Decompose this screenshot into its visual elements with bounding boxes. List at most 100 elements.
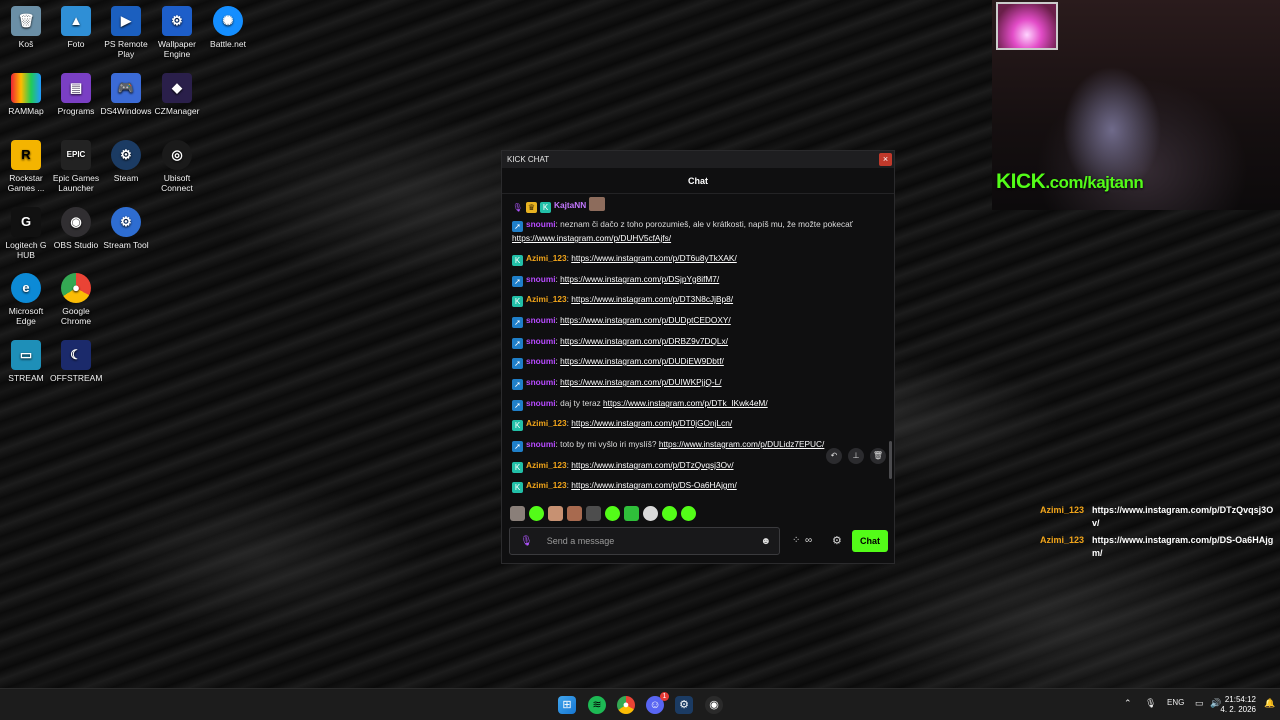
chat-username[interactable]: snoumi — [526, 336, 556, 346]
offstream-shortcut-icon[interactable]: ☾ OFFSTREAM — [50, 340, 102, 383]
infinity-icon[interactable]: ∞ — [805, 535, 812, 546]
window-titlebar[interactable]: KICK CHAT × — [502, 151, 894, 168]
czmanager-icon[interactable]: ◆ CZManager — [151, 73, 203, 116]
epic-games-icon[interactable]: EPIC Epic Games Launcher — [50, 140, 102, 193]
chat-username[interactable]: Azimi_123 — [526, 253, 567, 263]
chrome-taskbar-icon[interactable]: ● — [617, 696, 635, 714]
chat-username[interactable]: snoumi — [526, 315, 556, 325]
message-link[interactable]: https://www.instagram.com/p/DTzQvqsj3Ov/ — [571, 460, 733, 470]
chat-username[interactable]: Azimi_123 — [526, 480, 567, 490]
chat-username[interactable]: snoumi — [526, 398, 556, 408]
message-link[interactable]: https://www.instagram.com/p/DTk_IKwk4eM/ — [603, 398, 768, 408]
send-chat-button[interactable]: Chat — [852, 530, 888, 552]
obs-taskbar-icon[interactable]: ◉ — [705, 696, 723, 714]
chat-message: K Azimi_123: https://www.instagram.com/p/… — [512, 252, 870, 266]
clock-time: 21:54:12 — [1224, 695, 1256, 704]
windows-start-icon[interactable]: ⊞ — [558, 696, 576, 714]
language-indicator[interactable]: ENG — [1167, 698, 1184, 707]
spotify-icon[interactable]: ≋ — [588, 696, 606, 714]
mic-icon: 🎙 — [512, 203, 523, 212]
tray-overflow-chevron-icon[interactable]: ⌃ — [1124, 698, 1132, 709]
users-icon[interactable]: ⁘ — [792, 535, 800, 546]
message-link[interactable]: https://www.instagram.com/p/DULidz7EPUC/ — [659, 439, 825, 449]
settings-gear-icon[interactable]: ⚙ — [832, 534, 842, 547]
stream-shortcut-icon[interactable]: ▭ STREAM — [0, 340, 52, 383]
reply-icon[interactable]: ↶ — [826, 448, 842, 464]
mic-icon: 🎙 — [520, 535, 533, 547]
clock-date: 4. 2. 2026 — [1220, 705, 1256, 714]
discord-icon[interactable]: ☺ 1 — [646, 692, 669, 714]
message-link[interactable]: https://www.instagram.com/p/DT6u8yTkXAK/ — [571, 253, 737, 263]
message-link[interactable]: https://www.instagram.com/p/DS-Oa6HAjgm/ — [571, 480, 737, 490]
message-input-box[interactable]: 🎙 ☻ — [509, 527, 780, 555]
rammap-icon[interactable]: RAMMap — [0, 73, 52, 116]
emote-button[interactable] — [529, 506, 544, 521]
battlenet-icon[interactable]: ✺ Battle.net — [202, 6, 254, 49]
rockstar-games-icon[interactable]: R Rockstar Games ... — [0, 140, 52, 193]
message-hover-tools: ↶ ⊥ 🗑 — [826, 448, 886, 464]
chat-message: ➚ snoumi: https://www.instagram.com/p/DUD… — [512, 314, 870, 328]
chat-username[interactable]: Azimi_123 — [526, 460, 567, 470]
microsoft-edge-icon[interactable]: e Microsoft Edge — [0, 273, 52, 326]
message-input[interactable] — [546, 536, 761, 546]
chat-message: ➚ snoumi: https://www.instagram.com/p/DUD… — [512, 355, 870, 369]
message-link[interactable]: https://www.instagram.com/p/DUIWKPjjQ-L/ — [560, 377, 721, 387]
microphone-tray-icon[interactable]: 🎙 — [1145, 698, 1156, 709]
ds4windows-icon[interactable]: 🎮 DS4Windows — [100, 73, 152, 116]
overlay-chat-line: Azimi_123 https://www.instagram.com/p/DS… — [1040, 535, 1274, 558]
subscriber-badge-icon: ➚ — [512, 400, 523, 411]
chat-username[interactable]: Azimi_123 — [526, 294, 567, 304]
chat-username[interactable]: snoumi — [526, 439, 556, 449]
emote-button[interactable] — [605, 506, 620, 521]
emote-button[interactable] — [624, 506, 639, 521]
google-chrome-icon[interactable]: ● Google Chrome — [50, 273, 102, 326]
ps-remote-play-icon[interactable]: ▶ PS Remote Play — [100, 6, 152, 59]
chat-username[interactable]: snoumi — [526, 377, 556, 387]
taskbar-clock[interactable]: 21:54:12 4. 2. 2026 — [1220, 695, 1256, 715]
kick-badge-icon: K — [512, 296, 523, 307]
delete-icon[interactable]: 🗑 — [870, 448, 886, 464]
emote-button[interactable] — [643, 506, 658, 521]
message-link[interactable]: https://www.instagram.com/p/DUDiEW9Dbtf/ — [560, 356, 724, 366]
chat-username[interactable]: snoumi — [526, 356, 556, 366]
logitech-ghub-icon[interactable]: G Logitech G HUB — [0, 207, 52, 260]
emote-button[interactable] — [681, 506, 696, 521]
message-link[interactable]: https://www.instagram.com/p/DT3N8cJjBp8/ — [571, 294, 733, 304]
chat-message: ➚ snoumi: https://www.instagram.com/p/DRB… — [512, 335, 870, 349]
obs-studio-icon[interactable]: ◉ OBS Studio — [50, 207, 102, 250]
emote-button[interactable] — [510, 506, 525, 521]
emote-button[interactable] — [586, 506, 601, 521]
message-link[interactable]: https://www.instagram.com/p/DT0jGOnjLcn/ — [571, 418, 732, 428]
emote-button[interactable] — [567, 506, 582, 521]
steam-icon[interactable]: ⚙ Steam — [100, 140, 152, 183]
subscriber-badge-icon: ➚ — [512, 276, 523, 287]
message-link[interactable]: https://www.instagram.com/p/DSjpYg8ifM7/ — [560, 274, 719, 284]
chat-username[interactable]: Azimi_123 — [526, 418, 567, 428]
discord-notification-badge: 1 — [660, 692, 669, 701]
steam-taskbar-icon[interactable]: ⚙ — [675, 696, 693, 714]
close-button[interactable]: × — [879, 153, 892, 166]
notification-bell-icon[interactable]: 🔔 — [1264, 698, 1275, 709]
wallpaper-engine-icon[interactable]: ⚙ Wallpaper Engine — [151, 6, 203, 59]
recycle-bin-icon[interactable]: 🗑 Koš — [0, 6, 52, 49]
chat-username[interactable]: KajtaNN — [554, 200, 586, 210]
emote-button[interactable] — [548, 506, 563, 521]
emote-button[interactable] — [662, 506, 677, 521]
network-icon[interactable]: ▭ — [1195, 698, 1204, 709]
emoji-picker-icon[interactable]: ☻ — [760, 536, 771, 547]
photos-icon[interactable]: ▲ Foto — [50, 6, 102, 49]
pin-icon[interactable]: ⊥ — [848, 448, 864, 464]
kick-badge-icon: K — [540, 202, 551, 213]
chat-scrollbar[interactable] — [889, 441, 892, 479]
chat-username[interactable]: snoumi — [526, 274, 556, 284]
ubisoft-connect-icon[interactable]: ◎ Ubisoft Connect — [151, 140, 203, 193]
kick-badge-icon: K — [512, 462, 523, 473]
chat-username[interactable]: snoumi — [526, 219, 556, 229]
kick-channel-url: KICK.com/kajtann — [996, 170, 1144, 193]
message-link[interactable]: https://www.instagram.com/p/DUDptCEDOXY/ — [560, 315, 731, 325]
message-link[interactable]: https://www.instagram.com/p/DRBZ9v7DQLx/ — [560, 336, 728, 346]
programs-folder-icon[interactable]: ▤ Programs — [50, 73, 102, 116]
message-link[interactable]: https://www.instagram.com/p/DUHV5cfAjfs/ — [512, 233, 671, 243]
stream-tool-icon[interactable]: ⚙ Stream Tool — [100, 207, 152, 250]
webcam-background-fireplace — [996, 2, 1058, 50]
